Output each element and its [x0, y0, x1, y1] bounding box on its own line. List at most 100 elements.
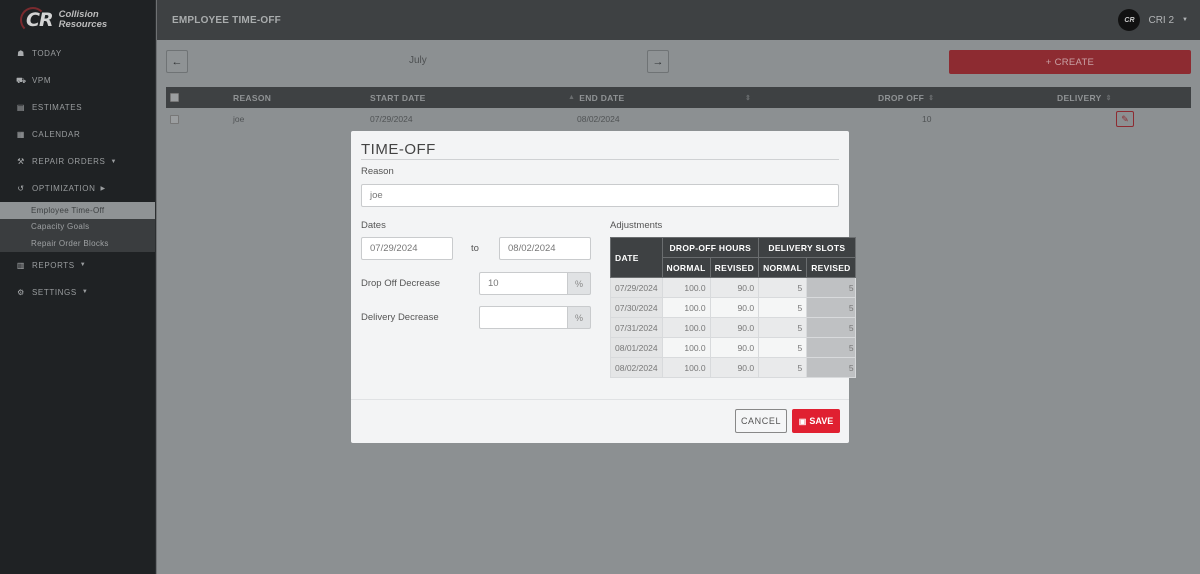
sidebar-item-optimization[interactable]: ↺ OPTIMIZATION ▶: [0, 175, 155, 202]
user-menu[interactable]: CR CRI 2 ▼: [1118, 9, 1188, 31]
cell-delivery-revised: 5: [806, 357, 856, 378]
cell-delivery-normal: 5: [758, 357, 808, 378]
adjustment-row: 07/30/2024 100.0 90.0 5 5: [610, 297, 856, 318]
cell-date: 08/01/2024: [610, 337, 663, 358]
sidebar-item-reports[interactable]: ▥ REPORTS ▼: [0, 252, 155, 279]
drop-off-decrease-input[interactable]: 10: [479, 272, 568, 295]
column-delivery[interactable]: DELIVERY ⇕: [1057, 87, 1116, 108]
header-normal: NORMAL: [661, 257, 711, 278]
cell-dropoff-normal: 100.0: [661, 277, 711, 298]
end-date-input[interactable]: 08/02/2024: [499, 237, 591, 260]
top-bar: EMPLOYEE TIME-OFF CR CRI 2 ▼: [157, 0, 1200, 40]
header-revised: REVISED: [806, 257, 856, 278]
logo-text: Collision Resources: [58, 9, 108, 30]
sidebar: CR Collision Resources ☗ TODAY ⛟ VPM ▤ ESTIM…: [0, 0, 156, 574]
wrench-icon: ⚒: [17, 157, 25, 166]
cell-delivery-normal: 5: [758, 297, 808, 318]
next-month-button[interactable]: →: [647, 50, 669, 73]
current-month: July: [409, 55, 427, 66]
sidebar-item-today[interactable]: ☗ TODAY: [0, 40, 155, 67]
sort-icon[interactable]: ⇕: [745, 94, 751, 102]
select-all-checkbox[interactable]: [170, 93, 179, 102]
start-date-input[interactable]: 07/29/2024: [361, 237, 453, 260]
cell-date: 07/31/2024: [610, 317, 663, 338]
cell-delivery-normal: 5: [758, 337, 808, 358]
cell-dropoff-normal: 100.0: [661, 337, 711, 358]
header-drop-off-hours: DROP-OFF HOURS: [661, 237, 760, 258]
reason-input[interactable]: joe: [361, 184, 839, 207]
sidebar-subitem-employee-time-off[interactable]: Employee Time-Off: [0, 202, 155, 219]
cell-dropoff-revised: 90.0: [709, 297, 760, 318]
dates-label: Dates: [361, 220, 386, 231]
cell-date: 08/02/2024: [610, 357, 663, 378]
caret-down-icon: ▼: [79, 262, 87, 268]
column-drop-off[interactable]: DROP OFF ⇕: [878, 87, 938, 108]
row-reason: joe: [233, 114, 245, 124]
sidebar-item-settings[interactable]: ⚙ SETTINGS ▼: [0, 279, 155, 306]
floppy-disk-icon: ▣: [798, 416, 807, 426]
time-off-modal: TIME-OFF Reason joe Dates 07/29/2024 to …: [351, 131, 856, 443]
caret-down-icon: ▼: [1182, 17, 1188, 23]
sort-icon: ⇕: [928, 94, 935, 102]
adjustments-label: Adjustments: [610, 220, 663, 231]
user-name: CRI 2: [1148, 14, 1175, 26]
sidebar-subitem-capacity-goals[interactable]: Capacity Goals: [0, 219, 155, 236]
table-row[interactable]: joe 07/29/2024 08/02/2024 10 ✎: [166, 108, 1191, 130]
list-header: REASON START DATE ▲ END DATE ⇕ DROP OFF ⇕ …: [166, 87, 1191, 108]
header-revised: REVISED: [709, 257, 760, 278]
caret-down-icon: ▼: [110, 158, 117, 165]
sidebar-item-estimates[interactable]: ▤ ESTIMATES: [0, 94, 155, 121]
header-normal: NORMAL: [758, 257, 808, 278]
car-icon: ⛟: [16, 75, 27, 85]
adjustment-row: 08/01/2024 100.0 90.0 5 5: [610, 337, 856, 358]
logo-mark: CR: [20, 7, 54, 33]
sort-icon: ⇕: [1105, 94, 1112, 102]
cancel-button[interactable]: CANCEL: [735, 409, 787, 433]
header-date: DATE: [610, 237, 663, 278]
cell-dropoff-normal: 100.0: [661, 357, 711, 378]
row-drop-off: 10: [922, 114, 932, 124]
sidebar-item-vpm[interactable]: ⛟ VPM: [0, 67, 155, 94]
cell-delivery-normal: 5: [758, 277, 808, 298]
modal-title: TIME-OFF: [361, 141, 839, 160]
adjustment-row: 07/31/2024 100.0 90.0 5 5: [610, 317, 856, 338]
adjustment-row: 08/02/2024 100.0 90.0 5 5: [610, 357, 856, 378]
percent-addon: %: [568, 272, 591, 295]
edit-button[interactable]: ✎: [1116, 111, 1134, 127]
dashboard-icon: ☗: [17, 49, 25, 58]
sidebar-item-repair-orders[interactable]: ⚒ REPAIR ORDERS ▼: [0, 148, 155, 175]
to-label: to: [471, 243, 479, 254]
gear-icon: ⚙: [17, 287, 25, 297]
row-end-date: 08/02/2024: [577, 114, 620, 124]
cell-dropoff-revised: 90.0: [709, 277, 760, 298]
sidebar-subitem-repair-order-blocks[interactable]: Repair Order Blocks: [0, 235, 155, 252]
cell-date: 07/30/2024: [610, 297, 663, 318]
cell-delivery-revised: 5: [806, 297, 856, 318]
calendar-icon: ▦: [16, 130, 26, 139]
create-button[interactable]: + CREATE: [949, 50, 1191, 74]
delivery-decrease-label: Delivery Decrease: [361, 312, 439, 323]
previous-month-button[interactable]: ←: [166, 50, 188, 73]
header-delivery-slots: DELIVERY SLOTS: [758, 237, 856, 258]
id-card-icon: ▤: [16, 103, 26, 112]
drop-off-decrease-label: Drop Off Decrease: [361, 278, 441, 289]
percent-addon: %: [568, 306, 591, 329]
optimization-submenu: Employee Time-Off Capacity Goals Repair …: [0, 202, 155, 252]
avatar: CR: [1118, 9, 1141, 31]
column-end-date[interactable]: ▲ END DATE: [564, 87, 624, 108]
pencil-icon: ✎: [1121, 113, 1129, 124]
cell-delivery-revised: 5: [806, 317, 856, 338]
cell-delivery-revised: 5: [806, 337, 856, 358]
delivery-decrease-input[interactable]: [479, 306, 568, 329]
column-reason[interactable]: REASON: [233, 87, 271, 108]
logo[interactable]: CR Collision Resources: [0, 0, 155, 40]
adjustments-table: DATE DROP-OFF HOURS DELIVERY SLOTS NORMA…: [610, 237, 856, 378]
cell-dropoff-revised: 90.0: [709, 317, 760, 338]
sidebar-item-calendar[interactable]: ▦ CALENDAR: [0, 121, 155, 148]
sort-asc-icon: ▲: [568, 94, 576, 101]
cell-dropoff-revised: 90.0: [709, 337, 760, 358]
row-checkbox[interactable]: [170, 114, 179, 124]
column-start-date[interactable]: START DATE: [370, 87, 426, 108]
caret-right-icon: ▶: [100, 186, 106, 192]
save-button[interactable]: ▣ SAVE: [792, 409, 840, 433]
